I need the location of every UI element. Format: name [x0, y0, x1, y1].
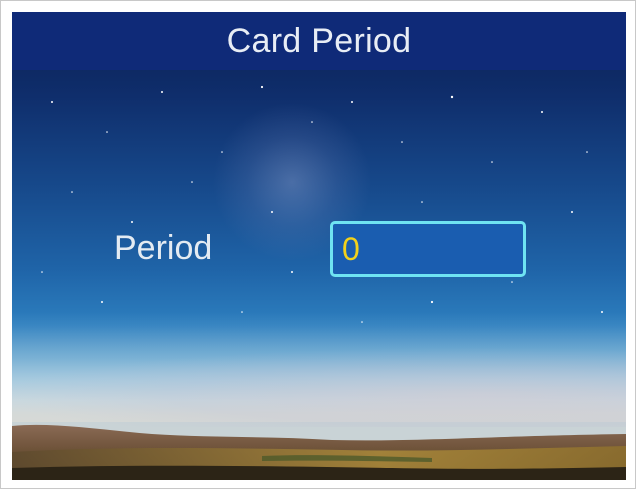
period-input[interactable] — [330, 221, 526, 277]
background-landscape — [12, 424, 626, 480]
period-label: Period — [114, 229, 213, 267]
page-title: Card Period — [226, 21, 412, 60]
title-bar: Card Period — [12, 12, 626, 70]
device-frame: Card Period Period — [0, 0, 636, 489]
device-screen: Card Period Period — [12, 12, 626, 480]
